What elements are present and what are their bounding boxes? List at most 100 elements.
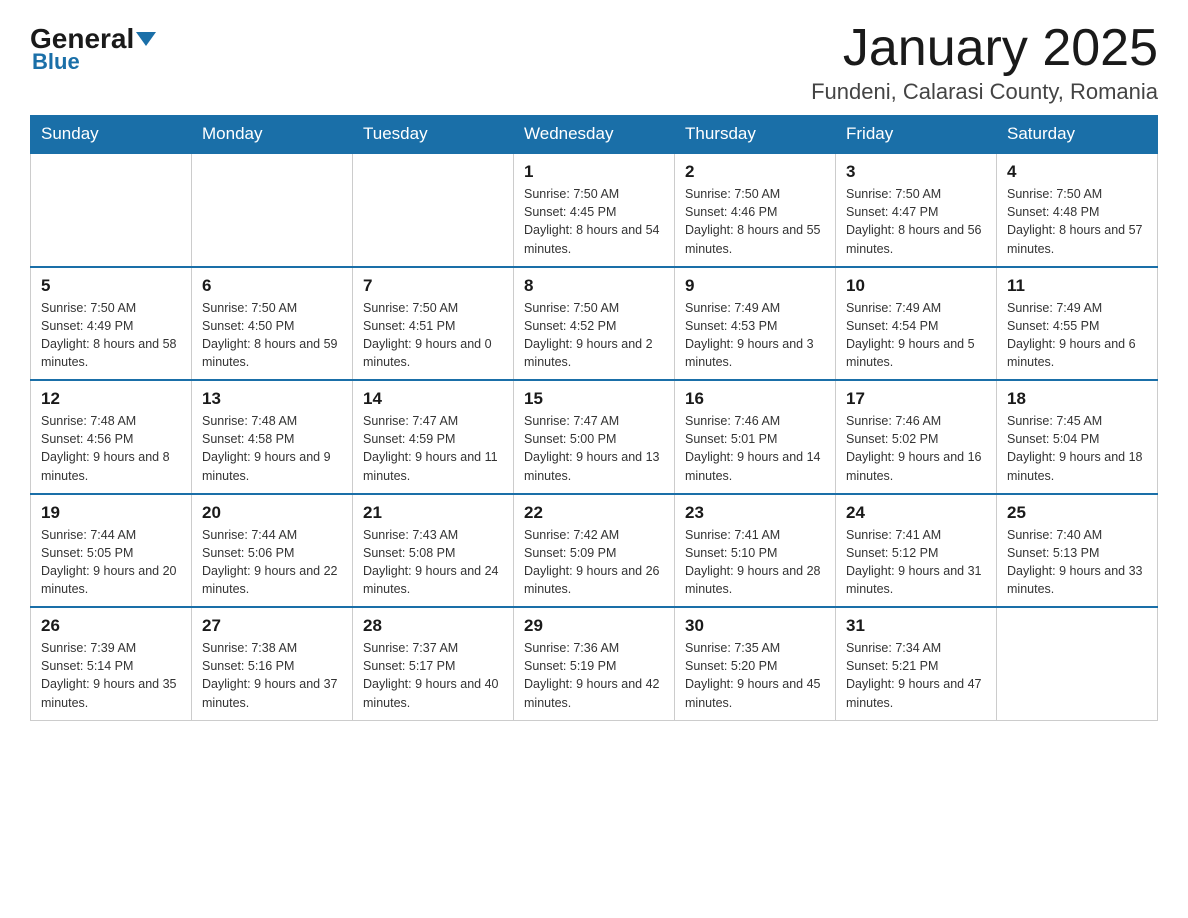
day-info: Sunrise: 7:36 AM Sunset: 5:19 PM Dayligh… (524, 639, 664, 712)
calendar-cell: 28 Sunrise: 7:37 AM Sunset: 5:17 PM Dayli… (353, 607, 514, 720)
month-title: January 2025 (811, 20, 1158, 77)
calendar-cell: 11 Sunrise: 7:49 AM Sunset: 4:55 PM Dayli… (997, 267, 1158, 381)
day-info: Sunrise: 7:45 AM Sunset: 5:04 PM Dayligh… (1007, 412, 1147, 485)
weekday-header-monday: Monday (192, 116, 353, 154)
day-info: Sunrise: 7:40 AM Sunset: 5:13 PM Dayligh… (1007, 526, 1147, 599)
logo-arrow-icon (136, 32, 156, 46)
calendar-cell: 3Sunrise: 7:50 AM Sunset: 4:47 PM Daylig… (836, 153, 997, 267)
day-number: 13 (202, 389, 342, 409)
title-section: January 2025 Fundeni, Calarasi County, R… (811, 20, 1158, 105)
day-number: 16 (685, 389, 825, 409)
weekday-header-tuesday: Tuesday (353, 116, 514, 154)
day-number: 24 (846, 503, 986, 523)
calendar-cell: 26 Sunrise: 7:39 AM Sunset: 5:14 PM Dayli… (31, 607, 192, 720)
day-info: Sunrise: 7:50 AM Sunset: 4:49 PM Dayligh… (41, 299, 181, 372)
calendar-week-2: 5 Sunrise: 7:50 AM Sunset: 4:49 PM Daylig… (31, 267, 1158, 381)
day-number: 18 (1007, 389, 1147, 409)
calendar-cell: 16Sunrise: 7:46 AM Sunset: 5:01 PM Dayli… (675, 380, 836, 494)
day-number: 23 (685, 503, 825, 523)
calendar-cell: 29 Sunrise: 7:36 AM Sunset: 5:19 PM Dayli… (514, 607, 675, 720)
day-number: 22 (524, 503, 664, 523)
day-number: 15 (524, 389, 664, 409)
weekday-header-row: SundayMondayTuesdayWednesdayThursdayFrid… (31, 116, 1158, 154)
calendar-cell (31, 153, 192, 267)
day-number: 8 (524, 276, 664, 296)
day-number: 25 (1007, 503, 1147, 523)
location-label: Fundeni, Calarasi County, Romania (811, 79, 1158, 105)
day-number: 2 (685, 162, 825, 182)
day-info: Sunrise: 7:43 AM Sunset: 5:08 PM Dayligh… (363, 526, 503, 599)
calendar-cell: 22 Sunrise: 7:42 AM Sunset: 5:09 PM Dayli… (514, 494, 675, 608)
day-number: 7 (363, 276, 503, 296)
calendar-cell: 21 Sunrise: 7:43 AM Sunset: 5:08 PM Dayli… (353, 494, 514, 608)
calendar-cell (192, 153, 353, 267)
day-info: Sunrise: 7:49 AM Sunset: 4:53 PM Dayligh… (685, 299, 825, 372)
calendar-cell: 18 Sunrise: 7:45 AM Sunset: 5:04 PM Dayli… (997, 380, 1158, 494)
day-number: 10 (846, 276, 986, 296)
calendar-cell: 12 Sunrise: 7:48 AM Sunset: 4:56 PM Dayli… (31, 380, 192, 494)
weekday-header-sunday: Sunday (31, 116, 192, 154)
day-number: 17 (846, 389, 986, 409)
day-info: Sunrise: 7:35 AM Sunset: 5:20 PM Dayligh… (685, 639, 825, 712)
calendar-cell: 30 Sunrise: 7:35 AM Sunset: 5:20 PM Dayli… (675, 607, 836, 720)
day-info: Sunrise: 7:38 AM Sunset: 5:16 PM Dayligh… (202, 639, 342, 712)
calendar-cell: 14 Sunrise: 7:47 AM Sunset: 4:59 PM Dayli… (353, 380, 514, 494)
day-info: Sunrise: 7:47 AM Sunset: 4:59 PM Dayligh… (363, 412, 503, 485)
calendar-cell: 31Sunrise: 7:34 AM Sunset: 5:21 PM Dayli… (836, 607, 997, 720)
day-info: Sunrise: 7:39 AM Sunset: 5:14 PM Dayligh… (41, 639, 181, 712)
day-info: Sunrise: 7:37 AM Sunset: 5:17 PM Dayligh… (363, 639, 503, 712)
calendar-cell: 20Sunrise: 7:44 AM Sunset: 5:06 PM Dayli… (192, 494, 353, 608)
calendar-cell (997, 607, 1158, 720)
day-number: 21 (363, 503, 503, 523)
calendar-week-3: 12 Sunrise: 7:48 AM Sunset: 4:56 PM Dayli… (31, 380, 1158, 494)
day-info: Sunrise: 7:50 AM Sunset: 4:51 PM Dayligh… (363, 299, 503, 372)
calendar-cell: 6 Sunrise: 7:50 AM Sunset: 4:50 PM Daylig… (192, 267, 353, 381)
day-number: 9 (685, 276, 825, 296)
calendar-cell: 27 Sunrise: 7:38 AM Sunset: 5:16 PM Dayli… (192, 607, 353, 720)
day-info: Sunrise: 7:44 AM Sunset: 5:05 PM Dayligh… (41, 526, 181, 599)
calendar-week-1: 1Sunrise: 7:50 AM Sunset: 4:45 PM Daylig… (31, 153, 1158, 267)
day-number: 28 (363, 616, 503, 636)
calendar-cell (353, 153, 514, 267)
day-info: Sunrise: 7:50 AM Sunset: 4:48 PM Dayligh… (1007, 185, 1147, 258)
calendar-cell: 25 Sunrise: 7:40 AM Sunset: 5:13 PM Dayli… (997, 494, 1158, 608)
day-number: 6 (202, 276, 342, 296)
calendar-cell: 17 Sunrise: 7:46 AM Sunset: 5:02 PM Dayli… (836, 380, 997, 494)
calendar-cell: 9 Sunrise: 7:49 AM Sunset: 4:53 PM Daylig… (675, 267, 836, 381)
calendar-cell: 7 Sunrise: 7:50 AM Sunset: 4:51 PM Daylig… (353, 267, 514, 381)
weekday-header-thursday: Thursday (675, 116, 836, 154)
calendar-cell: 4 Sunrise: 7:50 AM Sunset: 4:48 PM Daylig… (997, 153, 1158, 267)
day-number: 26 (41, 616, 181, 636)
day-info: Sunrise: 7:48 AM Sunset: 4:56 PM Dayligh… (41, 412, 181, 485)
day-number: 29 (524, 616, 664, 636)
calendar-cell: 8Sunrise: 7:50 AM Sunset: 4:52 PM Daylig… (514, 267, 675, 381)
calendar-cell: 2Sunrise: 7:50 AM Sunset: 4:46 PM Daylig… (675, 153, 836, 267)
day-number: 30 (685, 616, 825, 636)
day-info: Sunrise: 7:49 AM Sunset: 4:54 PM Dayligh… (846, 299, 986, 372)
day-info: Sunrise: 7:34 AM Sunset: 5:21 PM Dayligh… (846, 639, 986, 712)
day-number: 11 (1007, 276, 1147, 296)
calendar-cell: 5 Sunrise: 7:50 AM Sunset: 4:49 PM Daylig… (31, 267, 192, 381)
day-number: 5 (41, 276, 181, 296)
calendar-cell: 13Sunrise: 7:48 AM Sunset: 4:58 PM Dayli… (192, 380, 353, 494)
calendar-week-5: 26 Sunrise: 7:39 AM Sunset: 5:14 PM Dayli… (31, 607, 1158, 720)
day-info: Sunrise: 7:46 AM Sunset: 5:02 PM Dayligh… (846, 412, 986, 485)
day-info: Sunrise: 7:50 AM Sunset: 4:47 PM Dayligh… (846, 185, 986, 258)
calendar-cell: 10 Sunrise: 7:49 AM Sunset: 4:54 PM Dayli… (836, 267, 997, 381)
day-number: 1 (524, 162, 664, 182)
day-info: Sunrise: 7:50 AM Sunset: 4:50 PM Dayligh… (202, 299, 342, 372)
calendar-cell: 19 Sunrise: 7:44 AM Sunset: 5:05 PM Dayli… (31, 494, 192, 608)
logo-blue-text: Blue (32, 49, 80, 75)
day-number: 19 (41, 503, 181, 523)
calendar-table: SundayMondayTuesdayWednesdayThursdayFrid… (30, 115, 1158, 721)
day-number: 27 (202, 616, 342, 636)
weekday-header-friday: Friday (836, 116, 997, 154)
day-number: 14 (363, 389, 503, 409)
day-info: Sunrise: 7:49 AM Sunset: 4:55 PM Dayligh… (1007, 299, 1147, 372)
day-number: 4 (1007, 162, 1147, 182)
page-header: General Blue January 2025 Fundeni, Calar… (30, 20, 1158, 105)
day-number: 20 (202, 503, 342, 523)
calendar-cell: 23Sunrise: 7:41 AM Sunset: 5:10 PM Dayli… (675, 494, 836, 608)
day-info: Sunrise: 7:42 AM Sunset: 5:09 PM Dayligh… (524, 526, 664, 599)
day-number: 12 (41, 389, 181, 409)
